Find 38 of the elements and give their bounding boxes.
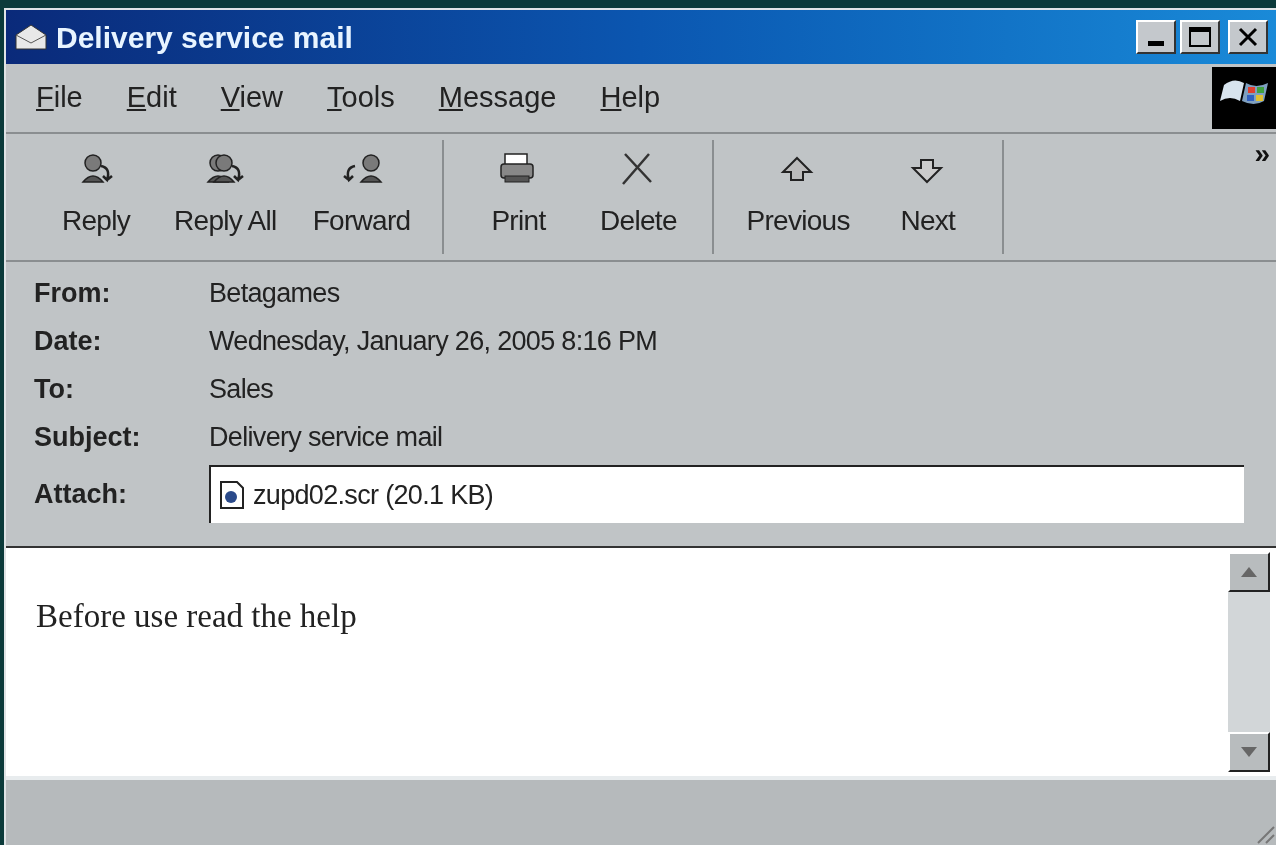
scrollbar[interactable] xyxy=(1228,552,1270,772)
toolbar-button[interactable]: Reply All xyxy=(156,140,295,254)
window-title: Delivery service mail xyxy=(56,19,354,56)
toolbar-button[interactable]: Reply xyxy=(36,140,156,254)
header-label: From: xyxy=(34,276,112,310)
toolbar-button[interactable]: Delete xyxy=(578,140,699,254)
header-label: Attach: xyxy=(34,477,128,511)
header-label: To: xyxy=(34,372,75,406)
minimize-button[interactable] xyxy=(1136,20,1176,54)
attachment-field[interactable]: zupd02.scr (20.1 KB) xyxy=(209,465,1244,523)
menu-item[interactable]: Help xyxy=(600,76,661,120)
attachment-name: zupd02.scr (20.1 KB) xyxy=(253,478,494,512)
menu-item[interactable]: View xyxy=(220,76,284,120)
minimize-icon xyxy=(1148,41,1164,46)
scroll-down-icon xyxy=(1241,747,1257,757)
header-label: Subject: xyxy=(34,420,142,454)
menu-item[interactable]: File xyxy=(36,76,83,120)
header-value: Sales xyxy=(209,372,274,406)
header-label: Date: xyxy=(34,324,103,358)
message-body: Before use read the help xyxy=(36,597,358,636)
toolbar-button[interactable]: Print xyxy=(458,140,579,254)
envelope-icon xyxy=(14,23,48,51)
menu-item[interactable]: Message xyxy=(438,76,557,120)
maximize-icon xyxy=(1189,27,1211,47)
toolbar-button[interactable]: Next xyxy=(867,140,988,254)
close-button[interactable] xyxy=(1228,20,1268,54)
toolbar-button[interactable]: Previous xyxy=(728,140,868,254)
header-value: Delivery service mail xyxy=(209,420,443,454)
toolbar-button[interactable]: Forward xyxy=(294,140,429,254)
more-button[interactable]: » xyxy=(1254,140,1270,168)
header-value: Betagames xyxy=(209,276,340,310)
header-value: Wednesday, January 26, 2005 8:16 PM xyxy=(209,324,658,358)
close-icon xyxy=(1238,27,1258,47)
menu-item[interactable]: Edit xyxy=(126,76,177,120)
maximize-button[interactable] xyxy=(1180,20,1220,54)
menu-item[interactable]: Tools xyxy=(327,76,395,120)
scroll-up-icon xyxy=(1241,567,1257,577)
file-icon xyxy=(219,480,245,510)
